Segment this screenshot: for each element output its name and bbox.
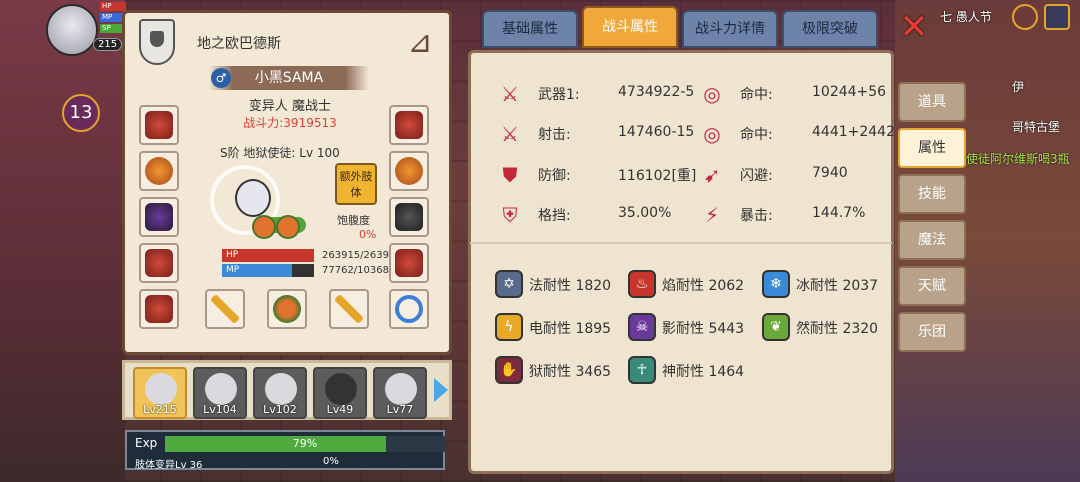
character-card: 地之欧巴德斯 ⊿ 小黑SAMA ♂ 变异人 魔战士 战斗力:3919513 S阶… [122, 10, 452, 355]
equip-slot-bracelet[interactable] [389, 289, 429, 329]
satiety-value: 0% [359, 228, 377, 241]
hud-hp-bar: HP [100, 2, 126, 11]
equip-slot-armor[interactable] [139, 197, 179, 237]
character-title: 地之欧巴德斯 [197, 36, 281, 52]
exp-panel: Exp 79% 肢体变异Lv 36 0% [125, 430, 445, 471]
equip-slot-belt[interactable] [139, 289, 179, 329]
satiety-label: 饱腹度 [337, 214, 370, 227]
equip-slot-weapon[interactable] [205, 289, 245, 329]
hp-label: HP [226, 250, 239, 260]
tab-combat-attributes[interactable]: 战斗属性 [582, 6, 678, 48]
exp-label: Exp [135, 436, 158, 450]
crit-claw-icon: ⚡ [704, 203, 720, 227]
equip-slot-ranged[interactable] [329, 289, 369, 329]
character-head [235, 179, 271, 217]
stats-panel [468, 50, 894, 474]
dodge-arrow-icon: ➹ [703, 163, 721, 187]
quest-label: 使徒阿尔维斯喝3瓶 [966, 152, 1070, 166]
hell-resist-icon: ✋ [495, 356, 523, 384]
magic-resist-icon: ✡ [495, 270, 523, 298]
boots-icon [395, 249, 423, 277]
character-rank: S阶 地狱使徒: Lv 100 [220, 146, 340, 160]
menu-magic[interactable]: 魔法 [898, 220, 966, 260]
bracelet-icon [395, 295, 423, 323]
ring-icon [395, 111, 423, 139]
party-member[interactable]: Lv77 [373, 367, 427, 419]
menu-frame-icon[interactable] [1044, 4, 1070, 30]
hp-value: 263915/2639 [322, 250, 389, 261]
equip-slot-gloves[interactable] [139, 243, 179, 283]
menu-skills[interactable]: 技能 [898, 174, 966, 214]
menu-attributes[interactable]: 属性 [898, 128, 966, 168]
wardrobe-hanger-icon[interactable]: ⊿ [397, 23, 443, 63]
nature-resist-icon: ❦ [762, 313, 790, 341]
menu-band[interactable]: 乐团 [898, 312, 966, 352]
gender-male-icon: ♂ [211, 68, 231, 88]
party-member[interactable]: Lv104 [193, 367, 247, 419]
armor-icon [145, 203, 173, 231]
fire-resist-icon: ♨ [628, 270, 656, 298]
player-level: 215 [93, 38, 123, 51]
target-icon: ◎ [703, 122, 721, 146]
sword-icon: ⚔ [501, 82, 519, 106]
staff-icon [211, 295, 239, 323]
divine-resist-icon: ☥ [628, 356, 656, 384]
tab-power-details[interactable]: 战斗力详情 [682, 10, 778, 48]
block-shield-icon: ⛨ [502, 203, 518, 227]
dragon-helmet-icon [145, 111, 173, 139]
globe-icon[interactable] [1012, 4, 1038, 30]
equip-slot-helmet[interactable] [139, 105, 179, 145]
target-icon: ◎ [703, 82, 721, 106]
amulet-icon [145, 157, 173, 185]
extra-limb-button[interactable]: 额外肢体 [335, 163, 377, 205]
party-member[interactable]: Lv102 [253, 367, 307, 419]
npc-label: 伊 [1012, 80, 1025, 94]
mp-value: 77762/10368 [322, 265, 389, 276]
menu-talent[interactable]: 天赋 [898, 266, 966, 306]
divider [470, 242, 892, 244]
pumpkin-vine-icon [273, 295, 301, 323]
mp-row: MP 77762/10368 [222, 264, 392, 277]
exp-percent: 79% [292, 437, 318, 450]
party-strip: Lv215 Lv104 Lv102 Lv49 Lv77 [122, 360, 452, 420]
class-emblem-icon [139, 19, 175, 65]
notification-badge[interactable]: 13 [62, 94, 100, 132]
event-banner: 七 愚人节 [940, 10, 992, 24]
pumpkin-pet [276, 215, 300, 239]
bow-icon [335, 295, 363, 323]
tab-basic-attributes[interactable]: 基础属性 [482, 10, 578, 48]
hp-mp-bars: HP 263915/2639 MP 77762/10368 [222, 249, 392, 279]
close-icon[interactable]: ✕ [898, 10, 930, 44]
tab-limit-break[interactable]: 极限突破 [782, 10, 878, 48]
pumpkin-pet [252, 215, 276, 239]
pumpkin-icon [395, 157, 423, 185]
mp-label: MP [226, 265, 240, 275]
equip-slot-offhand[interactable] [267, 289, 307, 329]
hp-row: HP 263915/2639 [222, 249, 392, 262]
shadow-resist-icon: ☠ [628, 313, 656, 341]
equip-slot-ring[interactable] [389, 105, 429, 145]
ice-resist-icon: ❄ [762, 270, 790, 298]
party-member[interactable]: Lv215 [133, 367, 187, 419]
sword-icon: ⚔ [501, 122, 519, 146]
party-scroll-right-icon[interactable] [434, 378, 448, 402]
party-member[interactable]: Lv49 [313, 367, 367, 419]
gloves-icon [145, 249, 173, 277]
belt-icon [145, 295, 173, 323]
lightning-resist-icon: ϟ [495, 313, 523, 341]
limb-mutation-label: 肢体变异Lv 36 [135, 460, 203, 471]
shield-icon: ⛊ [502, 163, 518, 187]
equip-slot-boots[interactable] [389, 243, 429, 283]
cape-icon [395, 203, 423, 231]
limb-mutation-percent: 0% [323, 456, 339, 467]
scene-left [0, 0, 125, 482]
character-name: 小黑SAMA [209, 66, 369, 90]
equip-slot-amulet[interactable] [139, 151, 179, 191]
character-sprite [210, 165, 310, 255]
location-label: 哥特古堡 [1012, 120, 1061, 134]
player-avatar[interactable] [46, 4, 98, 56]
equip-slot-cape[interactable] [389, 197, 429, 237]
menu-items[interactable]: 道具 [898, 82, 966, 122]
equip-slot-pumpkin[interactable] [389, 151, 429, 191]
